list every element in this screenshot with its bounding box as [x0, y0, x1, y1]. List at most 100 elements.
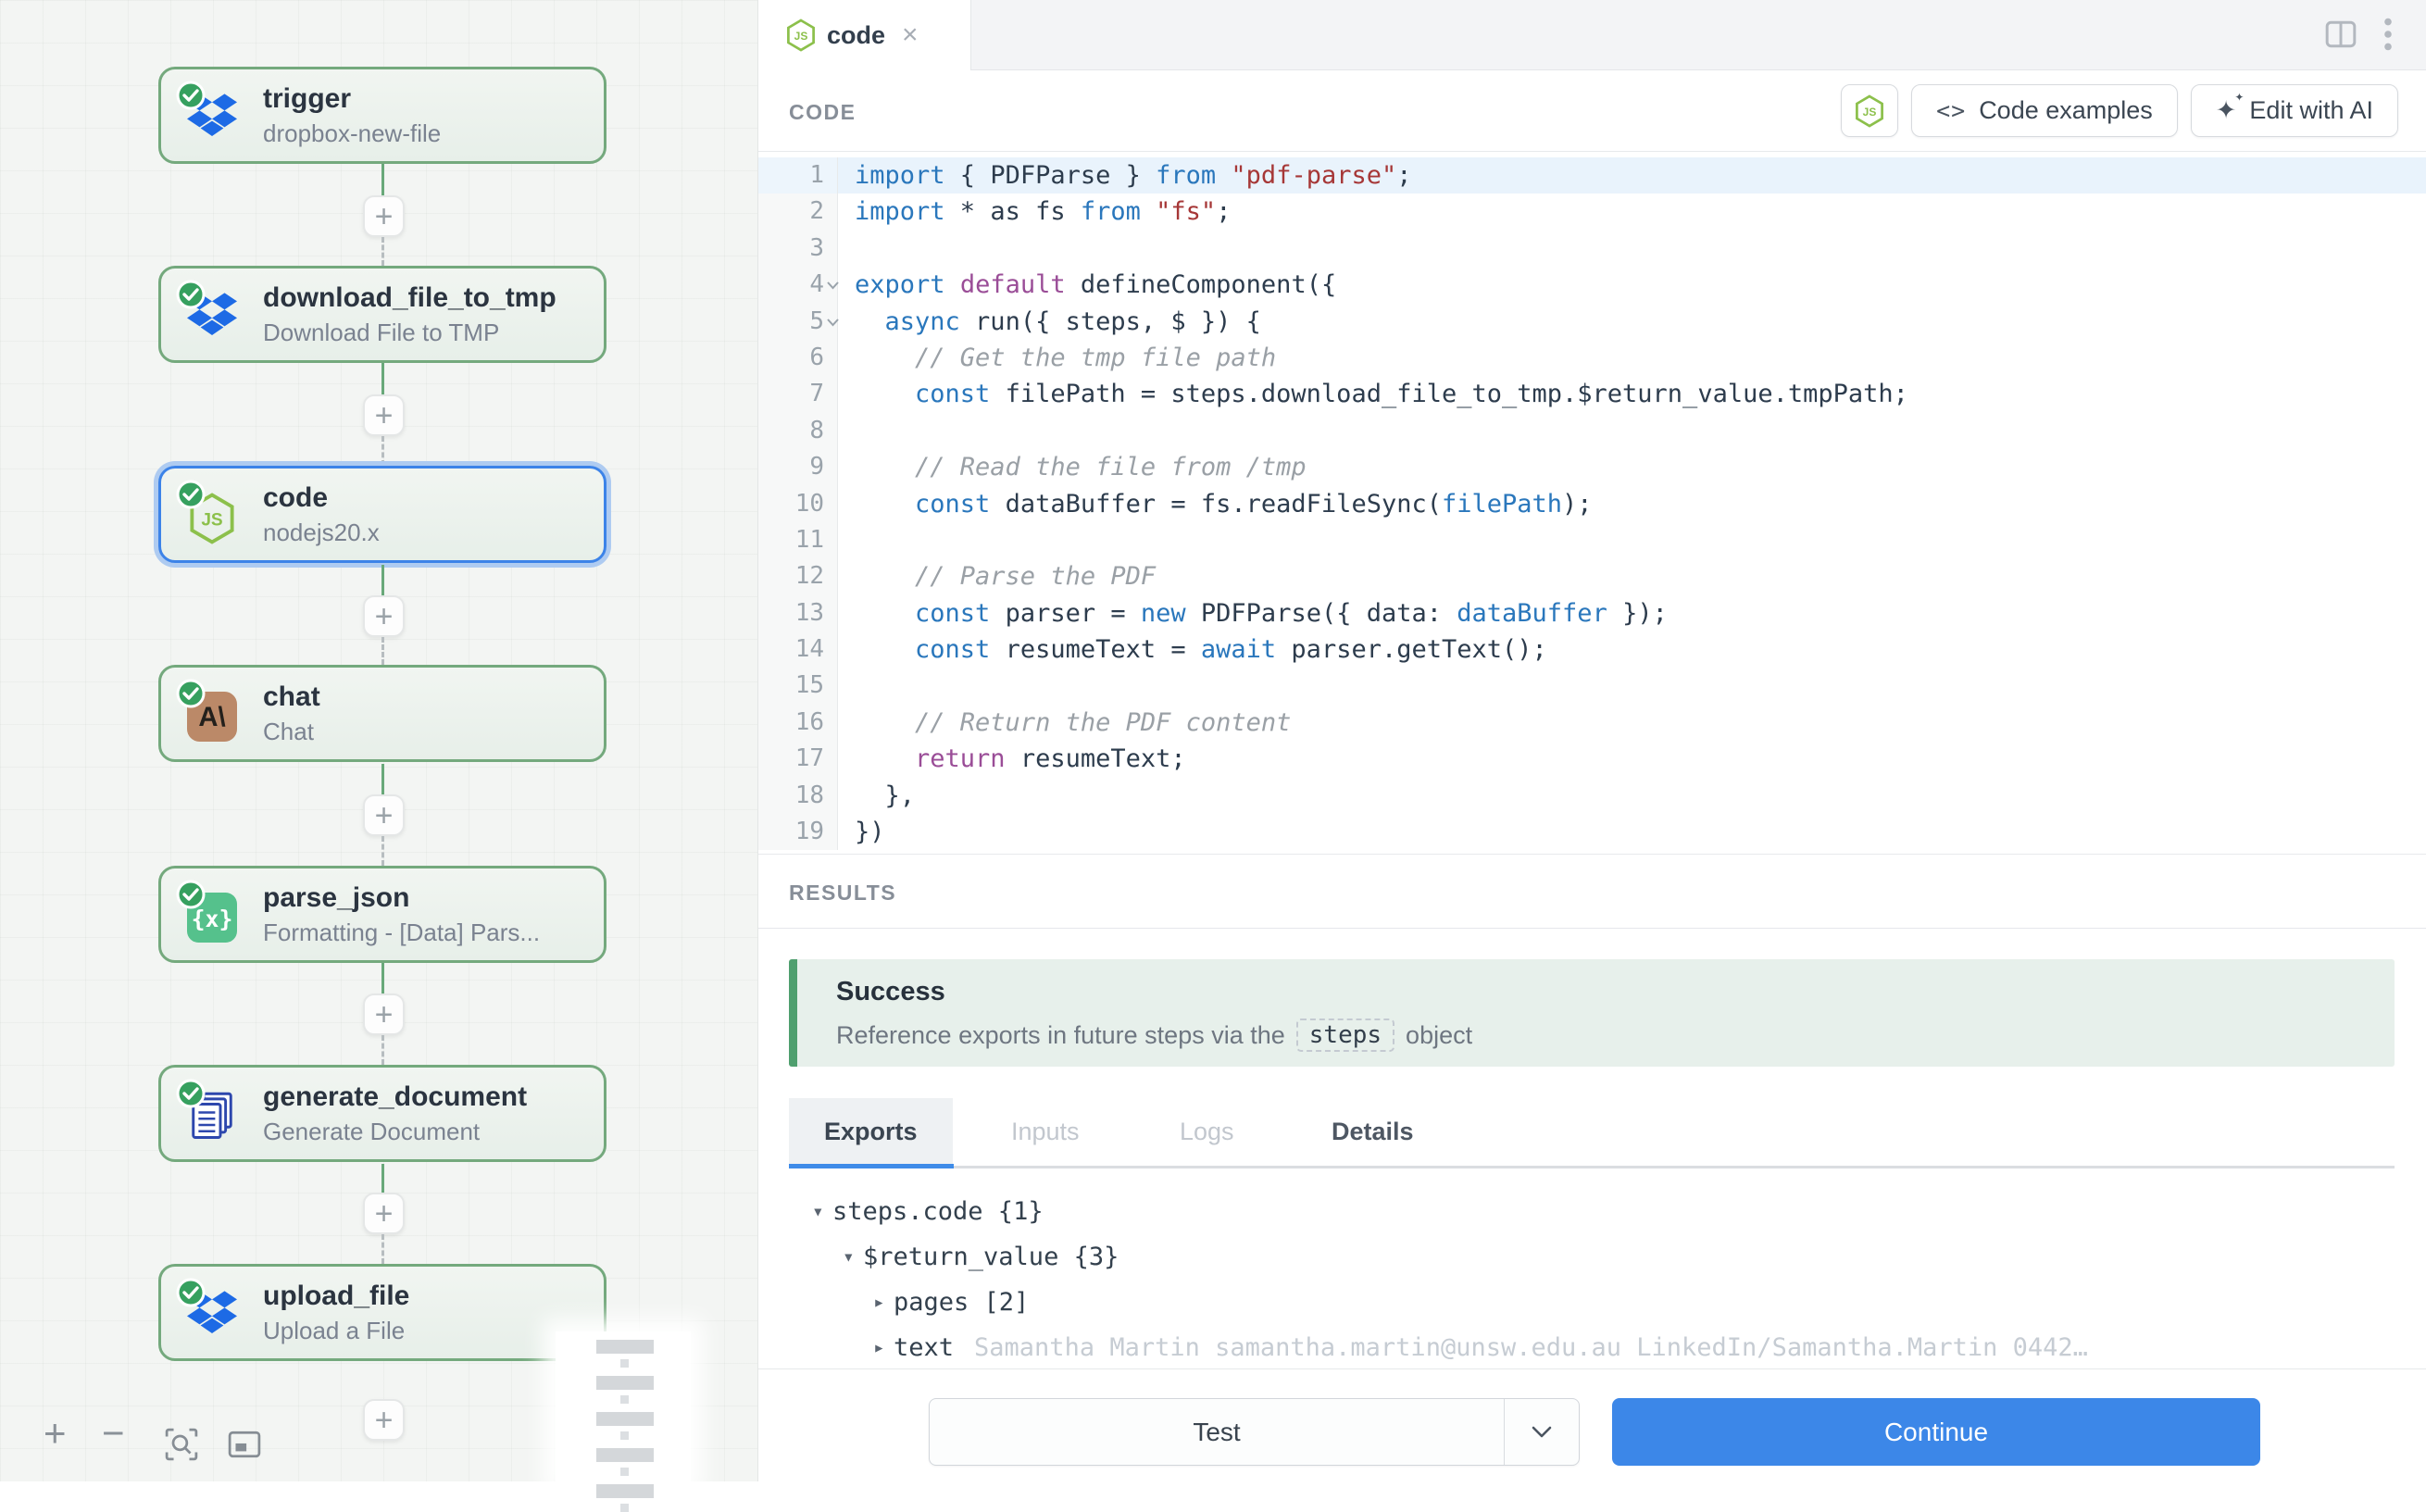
add-step-button[interactable]: +	[363, 595, 405, 637]
dropbox-icon	[181, 285, 241, 344]
tree-value: Samantha Martin samantha.martin@unsw.edu…	[974, 1325, 2088, 1370]
dropbox-icon	[181, 86, 241, 145]
edit-with-ai-label: Edit with AI	[2249, 96, 2373, 125]
tab-logs[interactable]: Logs	[1144, 1098, 1269, 1166]
minimap-toggle-icon[interactable]	[228, 1430, 261, 1459]
line-number: 3	[758, 231, 838, 267]
code-line[interactable]: 9 // Read the file from /tmp	[758, 449, 2426, 485]
edit-with-ai-button[interactable]: ✦ Edit with AI	[2191, 84, 2398, 137]
code-line[interactable]: 18 },	[758, 778, 2426, 814]
workflow-node-chat[interactable]: A\ chat Chat	[158, 665, 606, 762]
workflow-node-generate-document[interactable]: generate_document Generate Document	[158, 1065, 606, 1162]
tabbar-actions	[2324, 17, 2393, 52]
test-options-dropdown[interactable]	[1504, 1399, 1579, 1465]
chevron-collapsed-icon[interactable]: ▸	[873, 1325, 894, 1370]
code-section-header: CODE JS <> Code examples ✦ Edit with AI	[758, 70, 2426, 152]
code-line-text: import * as fs from "fs";	[838, 194, 1231, 230]
line-number: 17	[758, 741, 838, 777]
test-button-label[interactable]: Test	[930, 1399, 1504, 1465]
code-line[interactable]: 3	[758, 231, 2426, 267]
code-examples-button[interactable]: <> Code examples	[1911, 84, 2178, 137]
zoom-to-fit-icon[interactable]	[165, 1428, 198, 1461]
code-line[interactable]: 7 const filePath = steps.download_file_t…	[758, 376, 2426, 412]
tree-key: text	[894, 1325, 954, 1370]
chevron-collapsed-icon[interactable]: ▸	[873, 1280, 894, 1325]
code-line[interactable]: 15	[758, 668, 2426, 704]
code-line[interactable]: 6 // Get the tmp file path	[758, 340, 2426, 376]
code-line-text: // Parse the PDF	[838, 558, 1156, 594]
node-title: download_file_to_tmp	[263, 282, 556, 314]
tree-key: pages [2]	[894, 1280, 1029, 1325]
workflow-node-parse-json[interactable]: {x} parse_json Formatting - [Data] Pars.…	[158, 866, 606, 963]
add-step-button[interactable]: +	[363, 993, 405, 1035]
workflow-node-upload-file[interactable]: upload_file Upload a File	[158, 1264, 606, 1361]
dropbox-icon	[181, 1283, 241, 1343]
zoom-in-icon[interactable]: +	[44, 1411, 67, 1456]
tab-exports[interactable]: Exports	[789, 1098, 953, 1166]
chevron-down-icon	[1532, 1426, 1552, 1438]
code-line[interactable]: 11	[758, 522, 2426, 558]
workflow-node-trigger[interactable]: trigger dropbox-new-file	[158, 67, 606, 164]
code-line[interactable]: 19})	[758, 814, 2426, 850]
kebab-menu-icon[interactable]	[2383, 17, 2393, 52]
fold-caret-icon[interactable]	[827, 281, 839, 290]
code-line[interactable]: 12 // Parse the PDF	[758, 558, 2426, 594]
connector-line-dashed	[381, 1035, 384, 1065]
code-line[interactable]: 10 const dataBuffer = fs.readFileSync(fi…	[758, 486, 2426, 522]
add-step-button[interactable]: +	[363, 394, 405, 436]
code-line[interactable]: 4export default defineComponent({	[758, 267, 2426, 303]
tree-row[interactable]: ▸text Samantha Martin samantha.martin@uns…	[812, 1325, 2386, 1370]
active-tab-underline	[789, 1164, 954, 1168]
code-line-text: // Read the file from /tmp	[838, 449, 1307, 485]
split-view-icon[interactable]	[2324, 19, 2357, 50]
tab-inputs[interactable]: Inputs	[976, 1098, 1115, 1166]
code-line[interactable]: 1import { PDFParse } from "pdf-parse";	[758, 157, 2426, 194]
line-number: 11	[758, 522, 838, 558]
code-examples-label: Code examples	[1979, 96, 2153, 125]
workflow-node-code[interactable]: JS code nodejs20.x	[158, 466, 606, 563]
code-line[interactable]: 8	[758, 413, 2426, 449]
minimap-bar	[596, 1412, 654, 1426]
minimap-preview[interactable]	[556, 1331, 691, 1481]
line-number: 12	[758, 558, 838, 594]
code-line[interactable]: 2import * as fs from "fs";	[758, 194, 2426, 230]
fold-caret-icon[interactable]	[827, 319, 839, 327]
code-line[interactable]: 13 const parser = new PDFParse({ data: d…	[758, 595, 2426, 631]
chevron-expanded-icon[interactable]: ▾	[843, 1234, 863, 1280]
connector-line-dashed	[381, 836, 384, 866]
success-title: Success	[836, 977, 2395, 1007]
test-button[interactable]: Test	[929, 1398, 1580, 1466]
add-step-button[interactable]: +	[363, 794, 405, 836]
nodejs-icon: JS	[181, 485, 241, 544]
line-number: 7	[758, 376, 838, 412]
code-line[interactable]: 16 // Return the PDF content	[758, 705, 2426, 741]
tree-row[interactable]: ▾steps.code {1}	[812, 1189, 2386, 1234]
minimap-bar	[596, 1376, 654, 1390]
zoom-out-icon[interactable]: −	[102, 1411, 125, 1456]
code-editor[interactable]: 1import { PDFParse } from "pdf-parse";2i…	[758, 152, 2426, 854]
success-check-icon	[174, 79, 207, 112]
results-section-header: RESULTS	[758, 854, 2426, 929]
success-check-icon	[174, 1077, 207, 1110]
continue-button[interactable]: Continue	[1612, 1398, 2260, 1466]
add-step-button[interactable]: +	[363, 195, 405, 237]
tree-row[interactable]: ▾$return_value {3}	[812, 1234, 2386, 1280]
workflow-node-download-file-to-tmp[interactable]: download_file_to_tmp Download File to TM…	[158, 266, 606, 363]
tab-code[interactable]: JS code ×	[758, 0, 971, 70]
chevron-expanded-icon[interactable]: ▾	[812, 1189, 832, 1234]
node-text: chat Chat	[263, 681, 320, 746]
code-line[interactable]: 14 const resumeText = await parser.getTe…	[758, 631, 2426, 668]
tab-bar: JS code ×	[758, 0, 2426, 70]
tree-row[interactable]: ▸pages [2]	[812, 1280, 2386, 1325]
code-line[interactable]: 5 async run({ steps, $ }) {	[758, 304, 2426, 340]
code-line[interactable]: 17 return resumeText;	[758, 741, 2426, 777]
workflow-canvas[interactable]: trigger dropbox-new-file + download_file…	[0, 0, 758, 1481]
code-line-text: const filePath = steps.download_file_to_…	[838, 376, 1908, 412]
tab-details[interactable]: Details	[1296, 1098, 1449, 1166]
node-subtitle: Formatting - [Data] Pars...	[263, 918, 540, 947]
nodejs-version-button[interactable]: JS	[1841, 84, 1898, 137]
close-icon[interactable]: ×	[902, 21, 919, 49]
add-step-button[interactable]: +	[363, 1193, 405, 1234]
node-text: upload_file Upload a File	[263, 1281, 409, 1345]
line-number: 16	[758, 705, 838, 741]
